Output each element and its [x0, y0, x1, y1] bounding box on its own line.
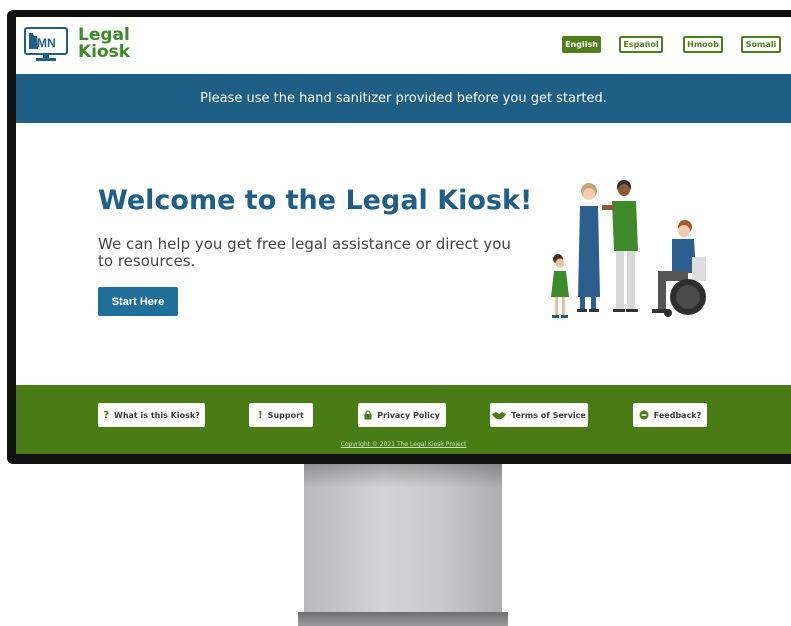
support-button[interactable]: ! Support [249, 403, 313, 427]
privacy-policy-button[interactable]: Privacy Policy [358, 403, 446, 427]
footer-button-label: Privacy Policy [377, 410, 440, 420]
banner-text: Please use the hand sanitizer provided b… [200, 91, 607, 106]
start-here-button[interactable]: Start Here [98, 287, 178, 316]
footer-button-label: Support [267, 410, 304, 420]
logo-icon: MN [24, 27, 68, 61]
lang-english-button[interactable]: English [562, 36, 601, 53]
copyright-link[interactable]: Copyright © 2021 The Legal Kiosk Project [16, 441, 791, 448]
terms-of-service-button[interactable]: Terms of Service [490, 403, 588, 427]
people-illustration [551, 180, 706, 318]
logo-text: Legal Kiosk [78, 27, 130, 61]
logo-line-2: Kiosk [78, 42, 131, 62]
logo-mark-text: MN [37, 36, 56, 50]
lang-hmoob-button[interactable]: Hmoob [683, 36, 723, 53]
feedback-button[interactable]: Feedback? [633, 403, 707, 427]
handshake-icon [492, 411, 507, 420]
kiosk-screen: MN Legal Kiosk English Español Hmoob Som… [16, 17, 791, 454]
footer-button-label: Feedback? [653, 410, 702, 420]
footer: ? What is this Kiosk? ! Support Privacy … [16, 385, 791, 454]
exclamation-icon: ! [258, 409, 263, 421]
question-icon: ? [103, 409, 109, 421]
stand-base [298, 612, 508, 626]
stand-shadow [304, 462, 502, 488]
sanitizer-banner: Please use the hand sanitizer provided b… [16, 74, 791, 123]
what-is-this-kiosk-button[interactable]: ? What is this Kiosk? [98, 403, 205, 427]
footer-button-label: Terms of Service [511, 410, 586, 420]
footer-button-label: What is this Kiosk? [114, 410, 200, 420]
header: MN Legal Kiosk English Español Hmoob Som… [16, 17, 791, 73]
lock-icon [364, 410, 372, 420]
lang-espanol-button[interactable]: Español [619, 36, 663, 53]
page-title: Welcome to the Legal Kiosk! [98, 185, 533, 216]
chat-icon [639, 410, 649, 420]
page-subtitle: We can help you get free legal assistanc… [98, 235, 511, 270]
lang-somali-button[interactable]: Somali [741, 36, 781, 53]
